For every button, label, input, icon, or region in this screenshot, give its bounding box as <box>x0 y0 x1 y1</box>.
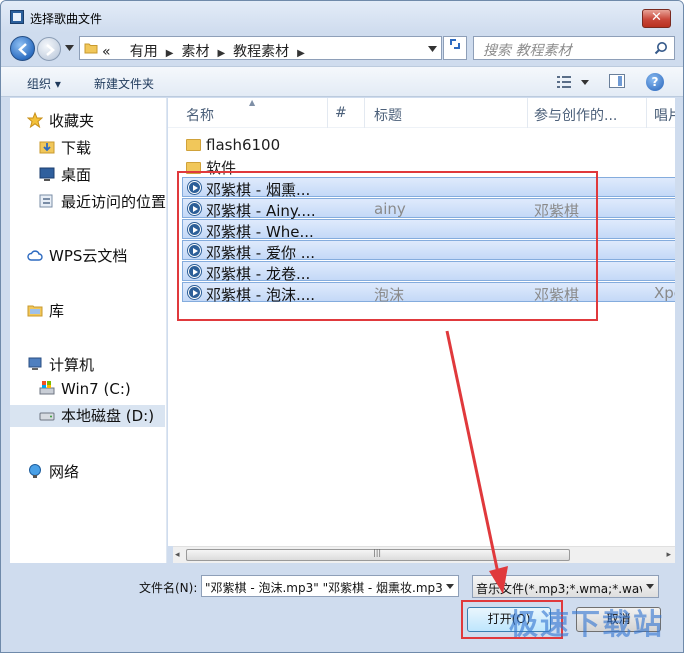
annotation-arrow-head <box>489 566 508 594</box>
annotation-arrow-shaft <box>445 330 501 579</box>
watermark-text: 极速下载站 <box>509 607 665 641</box>
file-open-dialog: 选择歌曲文件 ✕ « 有用 ▶ 素材 ▶ 教程素材 ▶ 搜索 教程素材 组织 ▾… <box>0 0 684 653</box>
annotation-arrow <box>445 330 508 594</box>
